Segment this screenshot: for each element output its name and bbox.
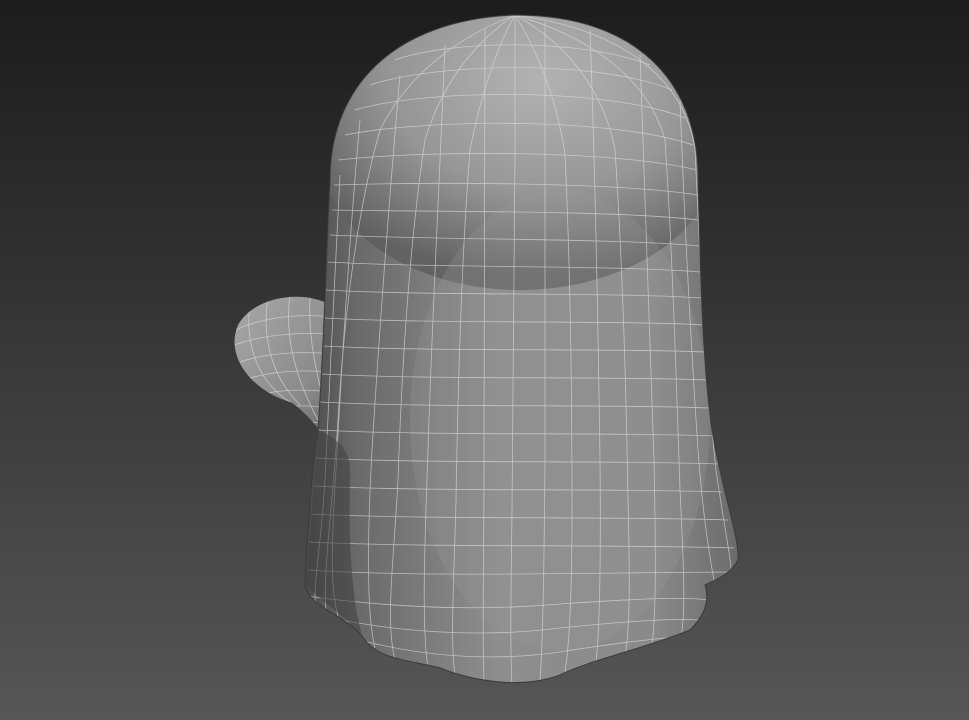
ghost-model[interactable] <box>0 0 969 720</box>
3d-viewport[interactable] <box>0 0 969 720</box>
ghost-body[interactable] <box>304 10 739 685</box>
